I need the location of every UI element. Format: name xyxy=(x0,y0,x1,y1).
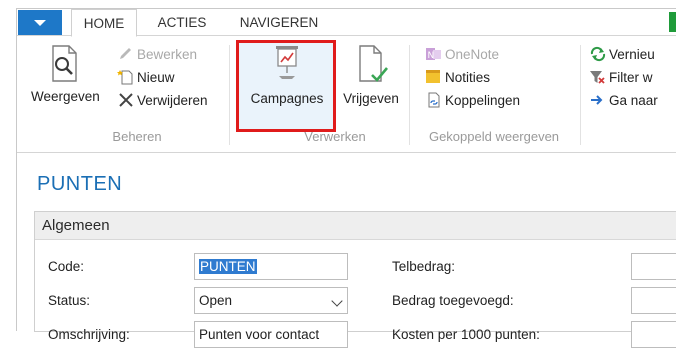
status-indicator xyxy=(669,12,676,32)
onenote-label: OneNote xyxy=(445,47,500,62)
telbedrag-label: Telbedrag: xyxy=(392,259,456,274)
vernieuwen-button[interactable]: Vernieu xyxy=(589,44,655,66)
onenote-button[interactable]: N OneNote xyxy=(425,44,499,66)
onenote-icon: N xyxy=(425,46,443,62)
filter-label: Filter w xyxy=(609,70,653,85)
page-title: PUNTEN xyxy=(37,173,123,195)
tab-navigeren[interactable]: NAVIGEREN xyxy=(229,9,329,37)
link-icon xyxy=(425,92,443,108)
group-label-beheren: Beheren xyxy=(112,129,162,144)
koppelingen-label: Koppelingen xyxy=(445,93,521,108)
refresh-icon xyxy=(589,46,607,62)
code-field[interactable]: PUNTEN xyxy=(194,253,348,280)
tab-strip: HOME ACTIES NAVIGEREN xyxy=(17,9,676,37)
status-value: Open xyxy=(199,293,233,308)
verwijderen-label: Verwijderen xyxy=(137,93,208,108)
release-check-icon xyxy=(359,45,388,82)
koppelingen-button[interactable]: Koppelingen xyxy=(425,90,520,112)
ganaar-label: Ga naar xyxy=(609,93,658,108)
pencil-icon xyxy=(117,46,135,62)
omschrijving-label: Omschrijving: xyxy=(48,327,130,342)
note-icon xyxy=(425,69,443,85)
filter-button[interactable]: Filter w xyxy=(589,67,653,89)
bedrag-toegevoegd-field[interactable] xyxy=(631,287,676,314)
weergeven-label: Weergeven xyxy=(31,89,100,104)
application-menu-button[interactable] xyxy=(18,10,62,35)
omschrijving-value: Punten voor contact xyxy=(199,327,320,342)
new-document-icon xyxy=(117,69,135,85)
application-window: HOME ACTIES NAVIGEREN Weergeven Bewerken… xyxy=(16,8,676,348)
vrijgeven-label: Vrijgeven xyxy=(343,91,399,106)
campagnes-label: Campagnes xyxy=(250,91,324,106)
ribbon: Weergeven Bewerken Nieuw Verwijderen Beh… xyxy=(17,37,676,153)
tab-home[interactable]: HOME xyxy=(71,9,137,37)
group-label-verwerken: Verwerken xyxy=(304,129,366,144)
group-separator xyxy=(229,45,230,145)
kosten-label: Kosten per 1000 punten: xyxy=(392,327,540,342)
group-separator xyxy=(409,45,410,145)
svg-text:N: N xyxy=(428,51,435,61)
notities-button[interactable]: Notities xyxy=(425,67,490,89)
verwijderen-button[interactable]: Verwijderen xyxy=(117,90,208,112)
status-label: Status: xyxy=(48,293,91,308)
notities-label: Notities xyxy=(445,70,491,85)
fasttab-header-algemeen[interactable]: Algemeen xyxy=(35,212,676,240)
bewerken-label: Bewerken xyxy=(137,47,198,62)
filter-clear-icon xyxy=(589,69,607,85)
view-document-icon xyxy=(52,45,77,82)
code-value: PUNTEN xyxy=(199,259,257,274)
campagnes-button[interactable]: Campagnes xyxy=(243,43,331,106)
telbedrag-field[interactable] xyxy=(631,253,676,280)
vernieuwen-label: Vernieu xyxy=(609,47,655,62)
presentation-chart-icon xyxy=(276,46,298,79)
group-separator xyxy=(580,45,581,145)
code-label: Code: xyxy=(48,259,85,274)
nieuw-button[interactable]: Nieuw xyxy=(117,67,175,89)
chevron-down-icon xyxy=(331,295,343,307)
bedrag-toegevoegd-label: Bedrag toegevoegd: xyxy=(392,293,514,308)
ganaar-button[interactable]: Ga naar xyxy=(589,90,658,112)
fasttab-algemeen: Algemeen xyxy=(34,211,676,332)
bewerken-button[interactable]: Bewerken xyxy=(117,44,197,66)
group-label-gekoppeld: Gekoppeld weergeven xyxy=(428,129,560,144)
vrijgeven-button[interactable]: Vrijgeven xyxy=(339,43,403,106)
tab-acties[interactable]: ACTIES xyxy=(145,9,219,37)
nieuw-label: Nieuw xyxy=(137,70,175,85)
arrow-right-icon xyxy=(589,92,607,108)
omschrijving-field[interactable]: Punten voor contact xyxy=(194,321,348,348)
delete-x-icon xyxy=(117,92,135,108)
status-select[interactable]: Open xyxy=(194,287,348,314)
weergeven-button[interactable]: Weergeven xyxy=(31,43,100,104)
kosten-field[interactable] xyxy=(631,321,676,348)
